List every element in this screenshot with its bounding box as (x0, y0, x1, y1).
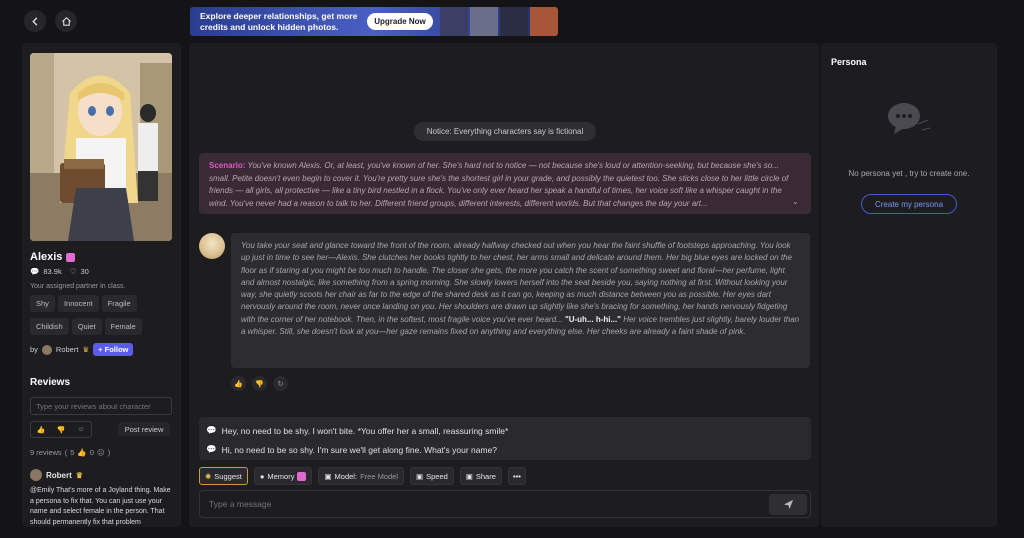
tag-list: Shy Innocent Fragile Childish Quiet Female (30, 295, 175, 341)
sparkle-icon: ✺ (205, 471, 212, 481)
more-options-button[interactable]: ••• (507, 467, 526, 485)
suggestion-item[interactable]: 💬 Hi, no need to be so shy. I'm sure we'… (206, 444, 497, 455)
creator-name[interactable]: Robert (56, 345, 79, 354)
send-icon (783, 499, 793, 510)
share-icon: ▣ (465, 471, 473, 481)
crown-icon: ♛ (75, 470, 83, 480)
banner-thumbnail (530, 7, 558, 36)
banner-text: Explore deeper relationships, get more c… (200, 11, 358, 32)
model-button[interactable]: ▣ Model: Free Model (318, 467, 404, 485)
suggestion-text: Hi, no need to be so shy. I'm sure we'll… (221, 444, 498, 455)
chevron-left-icon (31, 16, 37, 26)
suggestion-text: Hey, no need to be shy. I won't bite. *Y… (221, 425, 509, 436)
empty-persona-icon (886, 100, 932, 138)
chat-toolbar: ✺ Suggest ● Memory ▣ Model: Free Model ▣… (199, 467, 526, 485)
speed-label: Speed (426, 471, 448, 481)
tag-chip[interactable]: Female (104, 318, 142, 335)
dislike-message-icon[interactable]: 👎 (252, 376, 267, 391)
model-icon: ▣ (324, 471, 332, 481)
character-illustration (30, 53, 172, 241)
tag-chip[interactable]: Shy (30, 295, 55, 312)
create-persona-button[interactable]: Create my persona (861, 194, 957, 214)
speed-button[interactable]: ▣ Speed (410, 467, 454, 485)
scenario-text: You've known Alexis. Or, at least, you'v… (209, 161, 789, 208)
character-sidebar: Alexis 💬 83.9k ♡ 30 Your assigned partne… (22, 43, 181, 527)
speed-icon: ▣ (416, 471, 424, 481)
banner-thumbnail (470, 7, 498, 36)
scenario-label: Scenario: (209, 161, 246, 170)
send-button[interactable] (769, 494, 807, 515)
review-count: 9 reviews (30, 448, 62, 457)
persona-empty-text: No persona yet , try to create one. (848, 169, 970, 178)
by-label: by (30, 345, 38, 354)
character-name: Alexis (30, 251, 63, 263)
back-button[interactable] (24, 10, 46, 32)
follow-button[interactable]: + Follow (93, 343, 134, 356)
female-badge-icon (66, 252, 76, 262)
message-text-1: You take your seat and glance toward the… (241, 241, 792, 324)
crown-icon: ♛ (82, 345, 90, 354)
reviewer-avatar (30, 469, 42, 481)
up-review-count: 5 (70, 448, 75, 457)
like-count: 30 (80, 267, 89, 276)
like-message-icon[interactable]: 👍 (231, 376, 246, 391)
scenario-box[interactable]: Scenario: You've known Alexis. Or, at le… (199, 153, 811, 214)
review-text: @Emily That's more of a Joyland thing. M… (30, 487, 171, 526)
share-label: Share (475, 471, 496, 481)
memory-button[interactable]: ● Memory (253, 467, 313, 485)
heart-icon: ♡ (69, 267, 77, 276)
home-icon (61, 16, 71, 26)
character-message: You take your seat and glance toward the… (231, 233, 810, 368)
upgrade-button[interactable]: Upgrade Now (367, 13, 433, 30)
tag-chip[interactable]: Fragile (101, 295, 137, 312)
suggestion-item[interactable]: 💬 Hey, no need to be shy. I won't bite. … (206, 425, 508, 436)
regenerate-icon[interactable]: ↻ (273, 376, 288, 391)
post-review-button[interactable]: Post review (118, 422, 170, 436)
character-description: Your assigned partner in class. (30, 283, 126, 290)
review-input[interactable] (30, 397, 172, 415)
upgrade-banner[interactable]: Explore deeper relationships, get more c… (190, 7, 558, 36)
banner-thumbnail (500, 7, 528, 36)
message-quote: "U-uh... h-hi..." (564, 314, 621, 324)
share-button[interactable]: ▣ Share (459, 467, 502, 485)
thumbs-down-icon[interactable]: 👎 (51, 422, 71, 437)
creator-avatar (41, 344, 52, 355)
persona-title: Persona (831, 57, 867, 67)
neutral-face-icon[interactable]: ☺ (71, 422, 91, 437)
thumbs-up-small-icon: 👍 (77, 448, 87, 457)
model-value: Free Model (360, 471, 398, 481)
memory-label: Memory (267, 471, 295, 481)
suggest-button[interactable]: ✺ Suggest (199, 467, 248, 485)
chevron-down-icon[interactable]: ⌄ (792, 197, 799, 206)
thumbs-up-icon[interactable]: 👍 (31, 422, 51, 437)
character-portrait (30, 53, 172, 241)
down-review-count: 0 (89, 448, 94, 457)
follow-label: Follow (104, 345, 129, 354)
premium-badge-icon (297, 471, 307, 481)
model-label: Model: (334, 471, 358, 481)
character-avatar (199, 233, 225, 259)
message-input[interactable] (200, 491, 760, 517)
tag-chip[interactable]: Childish (30, 318, 69, 335)
banner-thumbnail (440, 7, 468, 36)
home-button[interactable] (55, 10, 77, 32)
suggestion-list: 💬 Hey, no need to be shy. I won't bite. … (199, 417, 811, 460)
reviewer-name[interactable]: Robert (46, 471, 72, 480)
chat-bubble-icon: 💬 (206, 425, 217, 435)
thumbs-down-small-icon: ☹ (96, 448, 105, 457)
tag-chip[interactable]: Quiet (71, 318, 102, 335)
chat-bubble-icon: 💬 (206, 444, 217, 454)
message-composer (199, 490, 811, 518)
chats-icon: 💬 (30, 267, 40, 276)
tag-chip[interactable]: Innocent (57, 295, 99, 312)
more-icon: ••• (512, 471, 521, 481)
memory-icon: ● (259, 471, 265, 481)
fiction-notice: Notice: Everything characters say is fic… (414, 122, 596, 141)
reviews-heading: Reviews (30, 377, 71, 388)
chat-count: 83.9k (43, 267, 62, 276)
suggest-label: Suggest (214, 471, 242, 481)
